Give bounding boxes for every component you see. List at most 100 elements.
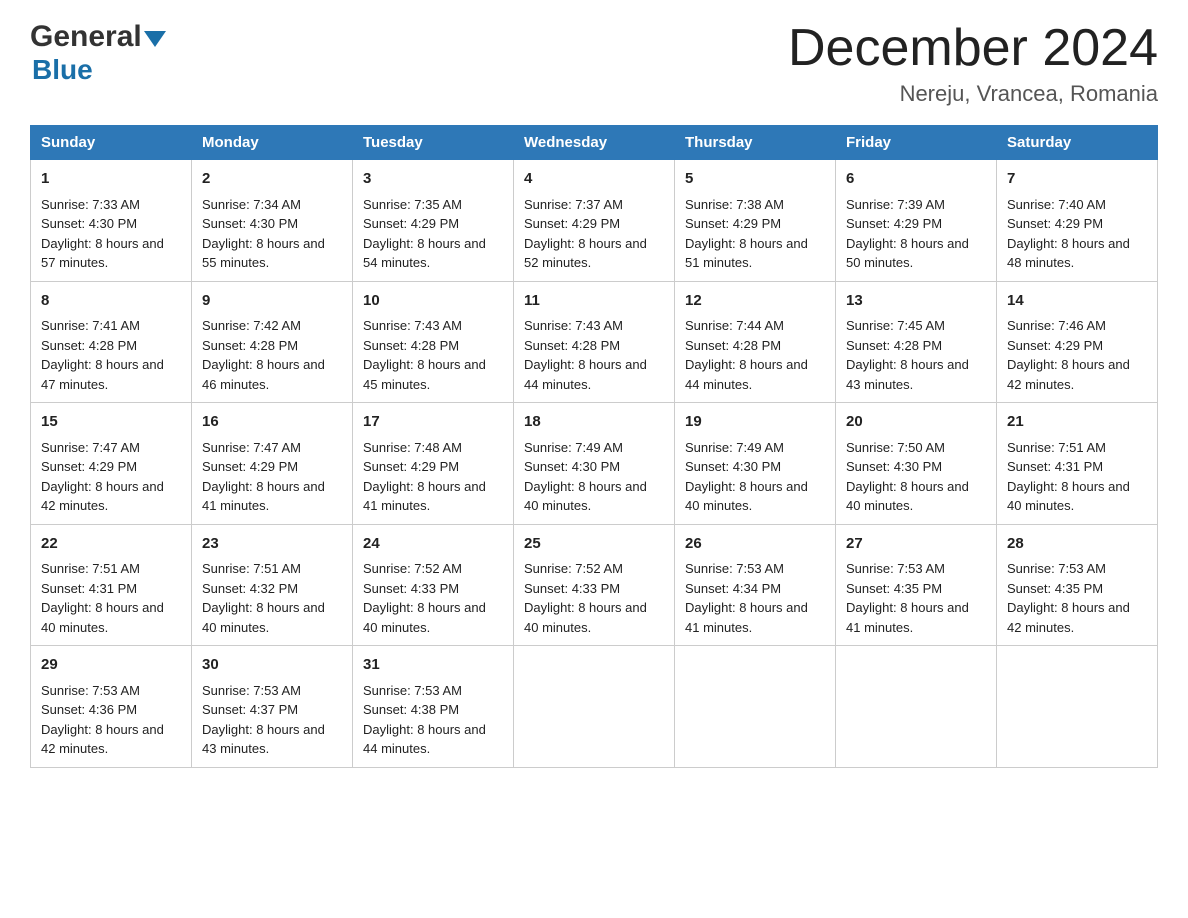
header-friday: Friday	[836, 126, 997, 160]
calendar-body: 1 Sunrise: 7:33 AM Sunset: 4:30 PM Dayli…	[31, 160, 1158, 768]
daylight-text: Daylight: 8 hours and 42 minutes	[41, 479, 164, 514]
calendar-day-cell: 1 Sunrise: 7:33 AM Sunset: 4:30 PM Dayli…	[31, 160, 192, 282]
calendar-day-cell: 10 Sunrise: 7:43 AM Sunset: 4:28 PM Dayl…	[353, 281, 514, 403]
calendar-day-cell: 16 Sunrise: 7:47 AM Sunset: 4:29 PM Dayl…	[192, 403, 353, 525]
day-number: 6	[846, 168, 986, 191]
sunset-text: Sunset: 4:30 PM	[846, 459, 942, 474]
sunset-text: Sunset: 4:30 PM	[524, 459, 620, 474]
sunset-text: Sunset: 4:28 PM	[524, 338, 620, 353]
day-number: 29	[41, 654, 181, 677]
day-number: 26	[685, 533, 825, 556]
sunset-text: Sunset: 4:29 PM	[41, 459, 137, 474]
sunset-text: Sunset: 4:28 PM	[363, 338, 459, 353]
day-number: 20	[846, 411, 986, 434]
calendar-day-cell: 22 Sunrise: 7:51 AM Sunset: 4:31 PM Dayl…	[31, 524, 192, 646]
day-number: 21	[1007, 411, 1147, 434]
calendar-day-cell: 27 Sunrise: 7:53 AM Sunset: 4:35 PM Dayl…	[836, 524, 997, 646]
calendar-week-row: 15 Sunrise: 7:47 AM Sunset: 4:29 PM Dayl…	[31, 403, 1158, 525]
day-number: 24	[363, 533, 503, 556]
calendar-day-cell: 24 Sunrise: 7:52 AM Sunset: 4:33 PM Dayl…	[353, 524, 514, 646]
sunset-text: Sunset: 4:35 PM	[1007, 581, 1103, 596]
daylight-text: Daylight: 8 hours and 51 minutes	[685, 236, 808, 271]
calendar-day-cell: 20 Sunrise: 7:50 AM Sunset: 4:30 PM Dayl…	[836, 403, 997, 525]
day-number: 25	[524, 533, 664, 556]
day-number: 18	[524, 411, 664, 434]
daylight-text: Daylight: 8 hours and 57 minutes	[41, 236, 164, 271]
sunset-text: Sunset: 4:29 PM	[846, 216, 942, 231]
calendar-week-row: 29 Sunrise: 7:53 AM Sunset: 4:36 PM Dayl…	[31, 646, 1158, 768]
sunset-text: Sunset: 4:30 PM	[685, 459, 781, 474]
daylight-text: Daylight: 8 hours and 41 minutes	[685, 600, 808, 635]
daylight-text: Daylight: 8 hours and 41 minutes	[202, 479, 325, 514]
sunrise-text: Sunrise: 7:38 AM	[685, 197, 784, 212]
sunrise-text: Sunrise: 7:52 AM	[363, 561, 462, 576]
calendar-day-cell: 17 Sunrise: 7:48 AM Sunset: 4:29 PM Dayl…	[353, 403, 514, 525]
title-block: December 2024 Nereju, Vrancea, Romania	[788, 20, 1158, 107]
daylight-text: Daylight: 8 hours and 41 minutes	[846, 600, 969, 635]
calendar-day-cell: 7 Sunrise: 7:40 AM Sunset: 4:29 PM Dayli…	[997, 160, 1158, 282]
calendar-day-cell: 11 Sunrise: 7:43 AM Sunset: 4:28 PM Dayl…	[514, 281, 675, 403]
sunset-text: Sunset: 4:30 PM	[41, 216, 137, 231]
calendar-day-cell	[675, 646, 836, 768]
day-number: 19	[685, 411, 825, 434]
sunset-text: Sunset: 4:35 PM	[846, 581, 942, 596]
day-number: 8	[41, 290, 181, 313]
sunset-text: Sunset: 4:31 PM	[1007, 459, 1103, 474]
calendar-day-cell: 13 Sunrise: 7:45 AM Sunset: 4:28 PM Dayl…	[836, 281, 997, 403]
day-number: 4	[524, 168, 664, 191]
calendar-day-cell: 31 Sunrise: 7:53 AM Sunset: 4:38 PM Dayl…	[353, 646, 514, 768]
daylight-text: Daylight: 8 hours and 40 minutes	[685, 479, 808, 514]
sunset-text: Sunset: 4:30 PM	[202, 216, 298, 231]
sunset-text: Sunset: 4:29 PM	[202, 459, 298, 474]
sunrise-text: Sunrise: 7:53 AM	[363, 683, 462, 698]
day-number: 3	[363, 168, 503, 191]
sunrise-text: Sunrise: 7:52 AM	[524, 561, 623, 576]
sunrise-text: Sunrise: 7:47 AM	[202, 440, 301, 455]
sunrise-text: Sunrise: 7:41 AM	[41, 318, 140, 333]
day-number: 31	[363, 654, 503, 677]
sunrise-text: Sunrise: 7:48 AM	[363, 440, 462, 455]
day-number: 1	[41, 168, 181, 191]
daylight-text: Daylight: 8 hours and 54 minutes	[363, 236, 486, 271]
calendar-day-cell	[836, 646, 997, 768]
day-number: 27	[846, 533, 986, 556]
logo-line1: General	[30, 20, 166, 54]
calendar-day-cell: 12 Sunrise: 7:44 AM Sunset: 4:28 PM Dayl…	[675, 281, 836, 403]
calendar-day-cell: 28 Sunrise: 7:53 AM Sunset: 4:35 PM Dayl…	[997, 524, 1158, 646]
logo-blue-text: Blue	[32, 54, 93, 86]
calendar-day-cell: 15 Sunrise: 7:47 AM Sunset: 4:29 PM Dayl…	[31, 403, 192, 525]
sunset-text: Sunset: 4:29 PM	[685, 216, 781, 231]
daylight-text: Daylight: 8 hours and 47 minutes	[41, 357, 164, 392]
calendar-day-cell: 25 Sunrise: 7:52 AM Sunset: 4:33 PM Dayl…	[514, 524, 675, 646]
header-saturday: Saturday	[997, 126, 1158, 160]
page-header: General Blue December 2024 Nereju, Vranc…	[30, 20, 1158, 107]
daylight-text: Daylight: 8 hours and 44 minutes	[685, 357, 808, 392]
calendar-week-row: 22 Sunrise: 7:51 AM Sunset: 4:31 PM Dayl…	[31, 524, 1158, 646]
sunrise-text: Sunrise: 7:51 AM	[202, 561, 301, 576]
day-number: 15	[41, 411, 181, 434]
logo-arrow-icon	[144, 31, 166, 47]
sunrise-text: Sunrise: 7:42 AM	[202, 318, 301, 333]
sunrise-text: Sunrise: 7:53 AM	[846, 561, 945, 576]
sunrise-text: Sunrise: 7:51 AM	[41, 561, 140, 576]
sunrise-text: Sunrise: 7:45 AM	[846, 318, 945, 333]
calendar-day-cell: 18 Sunrise: 7:49 AM Sunset: 4:30 PM Dayl…	[514, 403, 675, 525]
sunset-text: Sunset: 4:38 PM	[363, 702, 459, 717]
calendar-day-cell: 26 Sunrise: 7:53 AM Sunset: 4:34 PM Dayl…	[675, 524, 836, 646]
header-sunday: Sunday	[31, 126, 192, 160]
calendar-day-cell: 4 Sunrise: 7:37 AM Sunset: 4:29 PM Dayli…	[514, 160, 675, 282]
sunset-text: Sunset: 4:28 PM	[41, 338, 137, 353]
sunset-text: Sunset: 4:29 PM	[1007, 338, 1103, 353]
daylight-text: Daylight: 8 hours and 44 minutes	[524, 357, 647, 392]
day-number: 30	[202, 654, 342, 677]
logo: General Blue	[30, 20, 166, 86]
calendar-day-cell: 9 Sunrise: 7:42 AM Sunset: 4:28 PM Dayli…	[192, 281, 353, 403]
sunrise-text: Sunrise: 7:43 AM	[524, 318, 623, 333]
day-number: 10	[363, 290, 503, 313]
sunrise-text: Sunrise: 7:53 AM	[202, 683, 301, 698]
daylight-text: Daylight: 8 hours and 55 minutes	[202, 236, 325, 271]
sunset-text: Sunset: 4:28 PM	[685, 338, 781, 353]
sunset-text: Sunset: 4:31 PM	[41, 581, 137, 596]
calendar-day-cell: 19 Sunrise: 7:49 AM Sunset: 4:30 PM Dayl…	[675, 403, 836, 525]
calendar-table: Sunday Monday Tuesday Wednesday Thursday…	[30, 125, 1158, 768]
